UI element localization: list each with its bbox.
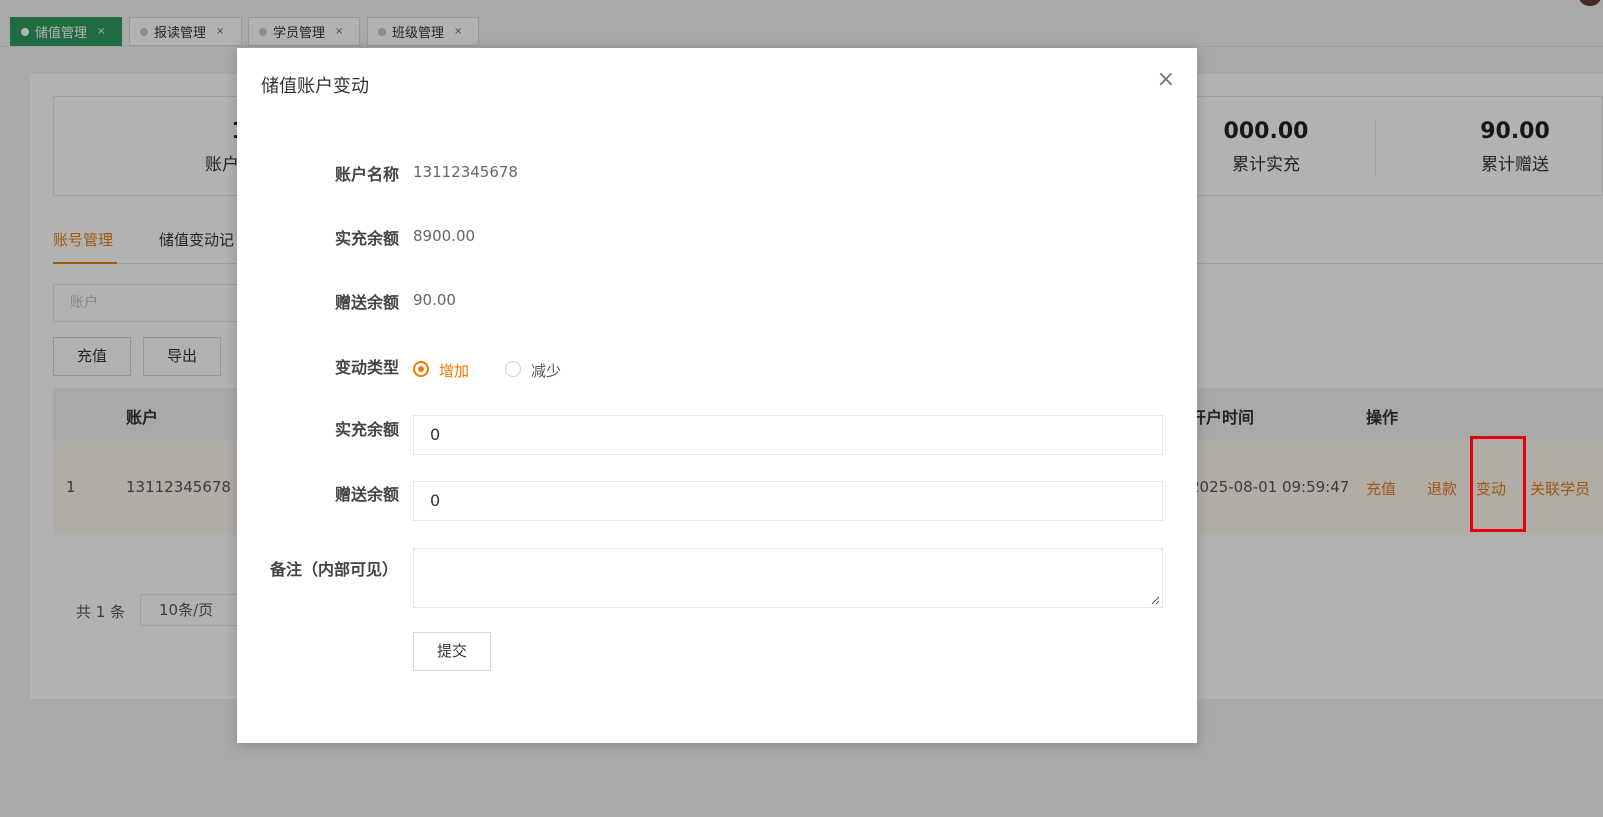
- change-account-modal: 储值账户变动 × 账户名称 13112345678 实充余额 8900.00 赠…: [237, 48, 1197, 743]
- radio-increase-label[interactable]: 增加: [439, 360, 469, 381]
- remark-label: 备注（内部可见）: [270, 560, 399, 579]
- change-type-label: 变动类型: [335, 358, 400, 377]
- real-balance-value: 8900.00: [413, 227, 476, 245]
- real-amount-label: 实充余额: [335, 420, 400, 439]
- gift-amount-label: 赠送余额: [335, 485, 400, 504]
- radio-decrease[interactable]: [505, 361, 521, 377]
- submit-button[interactable]: 提交: [413, 632, 491, 671]
- real-amount-input[interactable]: 0: [413, 415, 1163, 455]
- account-name-value: 13112345678: [413, 163, 518, 181]
- resize-grip-icon[interactable]: [1150, 595, 1160, 605]
- gift-balance-value: 90.00: [413, 291, 456, 309]
- highlight-box: [1470, 436, 1526, 532]
- close-icon[interactable]: ×: [1157, 68, 1175, 92]
- gift-amount-input[interactable]: 0: [413, 481, 1163, 521]
- radio-decrease-label[interactable]: 减少: [531, 360, 561, 381]
- gift-balance-label: 赠送余额: [335, 293, 400, 312]
- radio-increase[interactable]: [413, 361, 429, 377]
- real-balance-label: 实充余额: [335, 229, 400, 248]
- remark-textarea[interactable]: [413, 548, 1163, 608]
- modal-title: 储值账户变动: [261, 76, 369, 97]
- account-name-label: 账户名称: [335, 165, 400, 184]
